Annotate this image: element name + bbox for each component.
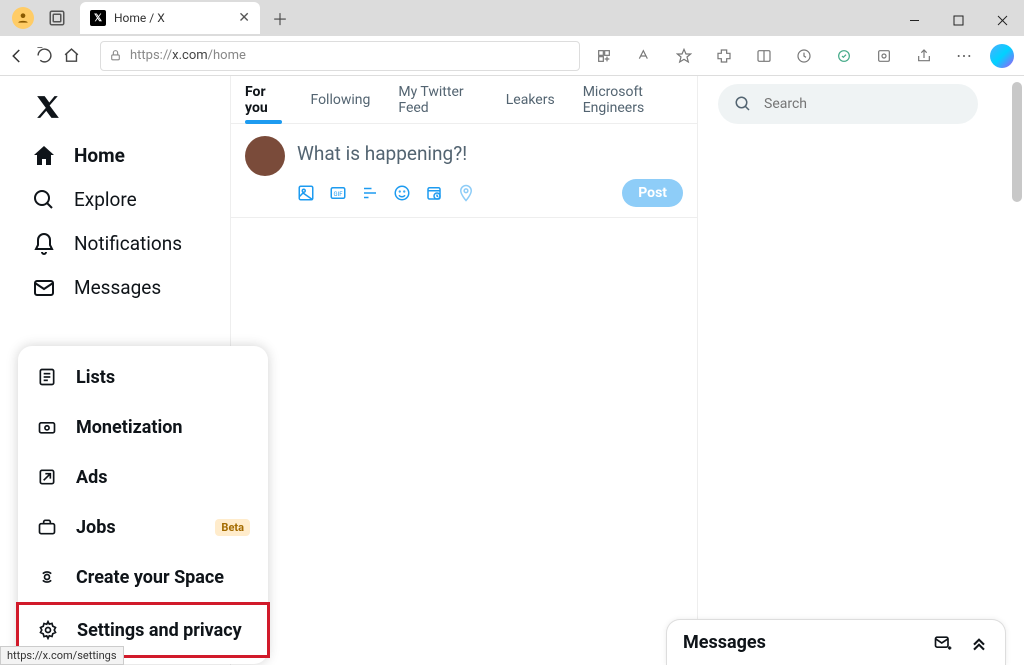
tab-close-icon[interactable]: ✕ — [238, 10, 250, 26]
menu-lists[interactable]: Lists — [18, 352, 268, 402]
split-screen-icon[interactable] — [750, 42, 778, 70]
menu-create-space[interactable]: Create your Space — [18, 552, 268, 602]
home-button[interactable] — [63, 42, 80, 70]
menu-settings-label: Settings and privacy — [77, 620, 242, 641]
more-menu-popup: Lists Monetization Ads Jobs Beta Create … — [18, 346, 268, 664]
briefcase-icon — [36, 516, 58, 538]
menu-create-space-label: Create your Space — [76, 567, 224, 588]
media-icon[interactable] — [297, 184, 315, 202]
more-icon[interactable]: ⋯ — [950, 42, 978, 70]
x-logo-icon[interactable] — [32, 92, 64, 122]
tab-for-you[interactable]: For you — [231, 76, 296, 124]
feed-tabs: For you Following My Twitter Feed Leaker… — [231, 76, 697, 124]
nav-messages-label: Messages — [74, 276, 161, 299]
tab-title: Home / X — [114, 11, 230, 25]
spaces-icon — [36, 566, 58, 588]
money-icon — [36, 416, 58, 438]
share-icon[interactable] — [910, 42, 938, 70]
messages-dock[interactable]: Messages — [666, 619, 1006, 665]
ext-1-icon[interactable] — [830, 42, 858, 70]
extensions-icon[interactable] — [710, 42, 738, 70]
new-message-icon[interactable] — [933, 633, 953, 653]
status-bar-link: https://x.com/settings — [0, 646, 124, 665]
compose-avatar[interactable] — [245, 136, 285, 176]
compose-box: What is happening?! GIF Post — [231, 124, 697, 218]
new-tab-button[interactable]: ＋ — [266, 4, 294, 32]
back-button[interactable] — [8, 42, 26, 70]
window-minimize-button[interactable] — [892, 4, 936, 36]
nav-messages[interactable]: Messages — [22, 266, 222, 310]
tab-following[interactable]: Following — [296, 76, 384, 124]
tab-my-feed[interactable]: My Twitter Feed — [384, 76, 491, 124]
tab-leakers[interactable]: Leakers — [492, 76, 569, 124]
nav-notifications-label: Notifications — [74, 232, 182, 255]
browser-tab-active[interactable]: 𝕏 Home / X ✕ — [80, 2, 260, 34]
window-close-button[interactable] — [980, 4, 1024, 36]
gear-icon — [37, 619, 59, 641]
messages-dock-title: Messages — [683, 632, 766, 653]
window-maximize-button[interactable] — [936, 4, 980, 36]
home-icon — [32, 144, 56, 168]
emoji-icon[interactable] — [393, 184, 411, 202]
search-icon — [32, 188, 56, 212]
compose-input[interactable]: What is happening?! — [297, 136, 683, 165]
menu-monetization[interactable]: Monetization — [18, 402, 268, 452]
tab-ms-engineers[interactable]: Microsoft Engineers — [569, 76, 697, 124]
schedule-icon[interactable] — [425, 184, 443, 202]
main-column: For you Following My Twitter Feed Leaker… — [230, 76, 698, 665]
nav-notifications[interactable]: Notifications — [22, 222, 222, 266]
refresh-button[interactable] — [36, 42, 53, 70]
url-text: https://x.com/home — [130, 48, 246, 63]
bell-icon — [32, 232, 56, 256]
x-favicon-icon: 𝕏 — [90, 10, 106, 26]
expand-dock-icon[interactable] — [969, 633, 989, 653]
history-icon[interactable] — [790, 42, 818, 70]
menu-jobs[interactable]: Jobs Beta — [18, 502, 268, 552]
search-icon — [734, 95, 752, 113]
lock-icon — [109, 49, 122, 62]
beta-badge: Beta — [215, 519, 250, 536]
browser-titlebar: 𝕏 Home / X ✕ ＋ — [0, 0, 1024, 36]
read-aloud-icon[interactable] — [630, 42, 658, 70]
location-icon[interactable] — [457, 184, 475, 202]
nav-explore[interactable]: Explore — [22, 178, 222, 222]
search-box[interactable] — [718, 84, 978, 124]
svg-text:GIF: GIF — [334, 191, 344, 198]
page-content: Home Explore Notifications Messages Post… — [0, 76, 1024, 665]
menu-ads[interactable]: Ads — [18, 452, 268, 502]
copilot-icon[interactable] — [990, 44, 1014, 68]
lists-icon — [36, 366, 58, 388]
nav-home-label: Home — [74, 144, 125, 167]
envelope-icon — [32, 276, 56, 300]
gif-icon[interactable]: GIF — [329, 184, 347, 202]
browser-profile-icon[interactable] — [12, 7, 34, 29]
menu-lists-label: Lists — [76, 367, 115, 388]
search-input[interactable] — [764, 96, 942, 112]
address-bar[interactable]: https://x.com/home — [100, 41, 580, 71]
favorite-icon[interactable] — [670, 42, 698, 70]
menu-ads-label: Ads — [76, 467, 107, 488]
workspaces-icon[interactable] — [46, 7, 68, 29]
nav-explore-label: Explore — [74, 188, 137, 211]
compose-post-button[interactable]: Post — [622, 179, 683, 207]
menu-monetization-label: Monetization — [76, 417, 182, 438]
ads-icon — [36, 466, 58, 488]
menu-jobs-label: Jobs — [76, 517, 116, 538]
ext-2-icon[interactable] — [870, 42, 898, 70]
shopping-icon[interactable] — [590, 42, 618, 70]
browser-toolbar: https://x.com/home ⋯ — [0, 36, 1024, 76]
right-column — [698, 76, 1024, 665]
poll-icon[interactable] — [361, 184, 379, 202]
nav-home[interactable]: Home — [22, 134, 222, 178]
